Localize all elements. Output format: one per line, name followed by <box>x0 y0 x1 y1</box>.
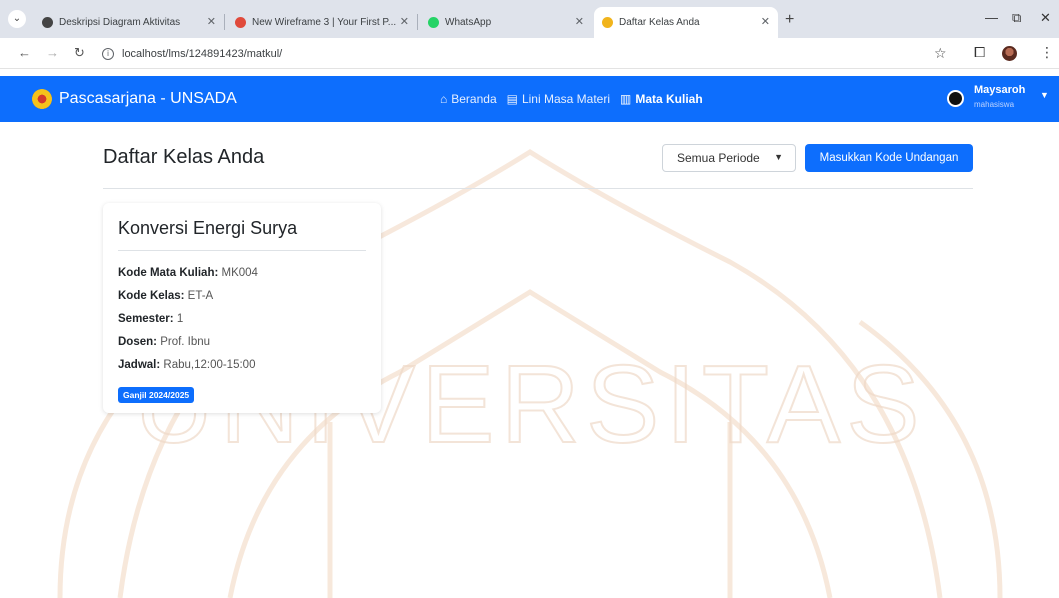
chevron-down-icon: ▼ <box>774 152 783 162</box>
browser-tab-wireframe[interactable]: New Wireframe 3 | Your First P... ✕ <box>227 7 417 38</box>
bookmark-star-icon[interactable]: ☆ <box>934 45 947 62</box>
close-icon[interactable]: ✕ <box>400 15 409 28</box>
window-close-icon[interactable]: ✕ <box>1040 10 1051 26</box>
browser-address-bar: ← → ↻ i localhost/lms/124891423/matkul/ … <box>0 38 1059 69</box>
field-label: Jadwal: <box>118 359 161 371</box>
nav-link-label: Beranda <box>451 92 497 106</box>
back-icon[interactable]: ← <box>18 45 31 60</box>
tab-label: Daftar Kelas Anda <box>619 17 700 28</box>
field-value: 1 <box>176 313 184 325</box>
divider <box>103 188 973 189</box>
course-card[interactable]: Konversi Energi Surya Kode Mata Kuliah: … <box>103 203 381 413</box>
field-value: Prof. Ibnu <box>160 336 211 348</box>
enter-invite-code-button[interactable]: Masukkan Kode Undangan <box>805 144 973 172</box>
tab-favicon-icon <box>42 17 53 28</box>
browser-tab-daftar-kelas[interactable]: Daftar Kelas Anda ✕ <box>594 7 778 38</box>
profile-avatar[interactable] <box>1002 46 1017 61</box>
reload-icon[interactable]: ↻ <box>74 45 85 61</box>
browser-tab-bar: ⌄ Deskripsi Diagram Aktivitas ✕ New Wire… <box>0 0 1059 38</box>
period-filter-value: Semua Periode <box>677 151 760 165</box>
field-value: ET-A <box>187 290 214 302</box>
course-field-code: Kode Mata Kuliah: MK004 <box>118 267 258 279</box>
period-filter-select[interactable]: Semua Periode ▼ <box>662 144 796 172</box>
tab-label: Deskripsi Diagram Aktivitas <box>59 17 181 28</box>
close-icon[interactable]: ✕ <box>575 15 584 28</box>
home-icon: ⌂ <box>440 92 448 106</box>
course-field-class: Kode Kelas: ET-A <box>118 290 213 302</box>
timeline-icon: ▤ <box>506 92 518 106</box>
field-label: Kode Kelas: <box>118 290 185 302</box>
course-title[interactable]: Konversi Energi Surya <box>118 218 297 239</box>
book-icon: ▥ <box>620 92 632 106</box>
university-logo[interactable] <box>32 89 52 109</box>
nav-link-beranda[interactable]: ⌂ Beranda <box>440 92 497 106</box>
app-navbar: Pascasarjana - UNSADA ⌂ Beranda ▤ Lini M… <box>0 76 1059 122</box>
course-field-semester: Semester: 1 <box>118 313 183 325</box>
tab-search-icon[interactable]: ⌄ <box>8 10 26 28</box>
nav-links: ⌂ Beranda ▤ Lini Masa Materi ▥ Mata Kuli… <box>440 92 703 106</box>
nav-link-lini-masa[interactable]: ▤ Lini Masa Materi <box>507 92 610 106</box>
site-info-icon[interactable]: i <box>102 47 114 60</box>
user-role: mahasiswa <box>974 100 1015 109</box>
brand-title[interactable]: Pascasarjana - UNSADA <box>59 90 237 108</box>
course-field-schedule: Jadwal: Rabu,12:00-15:00 <box>118 359 255 371</box>
course-field-lecturer: Dosen: Prof. Ibnu <box>118 336 210 348</box>
tab-favicon-icon <box>235 17 246 28</box>
user-avatar[interactable] <box>947 90 964 107</box>
nav-link-label: Lini Masa Materi <box>521 92 610 106</box>
field-value: Rabu,12:00-15:00 <box>163 359 256 371</box>
tab-label: WhatsApp <box>445 17 492 28</box>
tab-favicon-icon <box>428 17 439 28</box>
more-menu-icon[interactable]: ⋮ <box>1040 44 1054 61</box>
new-tab-icon[interactable]: + <box>785 11 794 29</box>
forward-icon[interactable]: → <box>46 45 59 60</box>
close-icon[interactable]: ✕ <box>761 15 770 28</box>
page-title: Daftar Kelas Anda <box>103 146 265 168</box>
tab-label: New Wireframe 3 | Your First P... <box>252 17 397 28</box>
field-label: Kode Mata Kuliah: <box>118 267 219 279</box>
minimize-icon[interactable]: — <box>985 10 998 25</box>
user-menu-caret-icon[interactable]: ▼ <box>1040 90 1049 100</box>
restore-icon[interactable]: ⧉ <box>1012 10 1021 26</box>
nav-link-label: Mata Kuliah <box>635 92 703 106</box>
browser-tab-deskripsi[interactable]: Deskripsi Diagram Aktivitas ✕ <box>34 7 224 38</box>
user-name[interactable]: Maysaroh <box>974 84 1025 96</box>
url-field[interactable]: i localhost/lms/124891423/matkul/ <box>102 42 922 65</box>
nav-link-mata-kuliah[interactable]: ▥ Mata Kuliah <box>620 92 703 106</box>
extensions-icon[interactable]: ⧠ <box>974 44 985 61</box>
field-value: MK004 <box>221 267 258 279</box>
tab-separator <box>224 14 225 30</box>
tab-separator <box>417 14 418 30</box>
browser-tab-whatsapp[interactable]: WhatsApp ✕ <box>420 7 592 38</box>
close-icon[interactable]: ✕ <box>207 15 216 28</box>
field-label: Dosen: <box>118 336 157 348</box>
card-divider <box>118 250 366 251</box>
field-label: Semester: <box>118 313 174 325</box>
url-text: localhost/lms/124891423/matkul/ <box>122 47 283 60</box>
tab-favicon-icon <box>602 17 613 28</box>
period-badge: Ganjil 2024/2025 <box>118 387 195 403</box>
